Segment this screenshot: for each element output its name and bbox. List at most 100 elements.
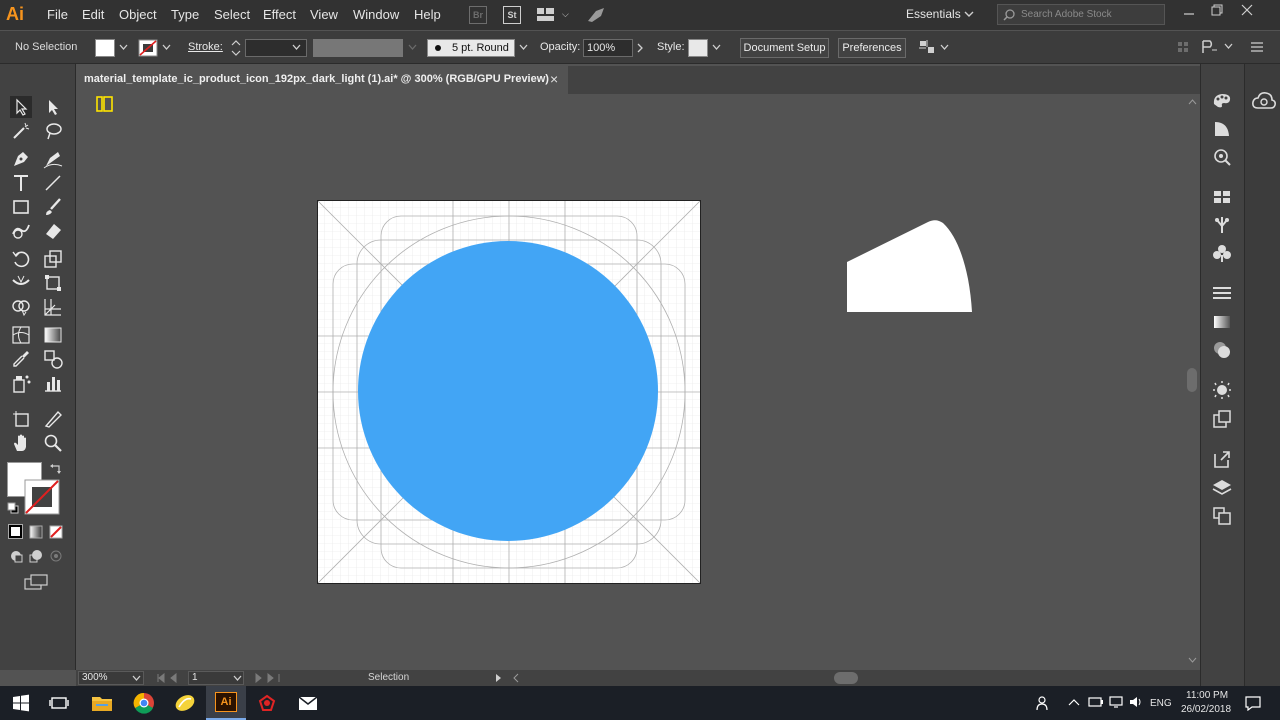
gradient-mode-button[interactable] (29, 525, 43, 539)
line-segment-tool-icon[interactable] (42, 172, 64, 194)
chevron-down-icon[interactable] (119, 44, 128, 51)
rectangle-tool-icon[interactable] (10, 196, 32, 218)
color-guide-panel-icon[interactable] (1211, 119, 1233, 139)
adobe-stock-search[interactable]: Search Adobe Stock (997, 4, 1165, 25)
type-tool-icon[interactable] (10, 172, 32, 194)
transparency-panel-icon[interactable] (1211, 340, 1233, 360)
network-icon[interactable] (1108, 695, 1124, 709)
menu-type[interactable]: Type (171, 7, 199, 22)
scroll-left-icon[interactable] (512, 673, 520, 683)
layers-panel-icon[interactable] (1211, 478, 1233, 498)
selection-tool-icon[interactable] (10, 96, 32, 118)
file-explorer-icon[interactable] (90, 691, 114, 715)
paintbrush-tool-icon[interactable] (42, 196, 64, 218)
graphic-style-swatch[interactable] (688, 39, 708, 57)
stroke-label[interactable]: Stroke: (188, 41, 223, 53)
menu-effect[interactable]: Effect (263, 7, 296, 22)
document-tab[interactable]: material_template_ic_product_icon_192px_… (76, 66, 568, 94)
next-last-artboard-icon[interactable] (254, 673, 282, 683)
fill-swatch[interactable] (95, 39, 115, 57)
color-panel-icon[interactable] (1211, 90, 1233, 110)
symbols-panel-icon[interactable] (1211, 243, 1233, 263)
volume-icon[interactable] (1128, 695, 1144, 709)
mesh-tool-icon[interactable] (10, 324, 32, 346)
windows-start-icon[interactable] (9, 691, 33, 715)
product-icon-circle[interactable] (358, 241, 658, 541)
menu-view[interactable]: View (310, 7, 338, 22)
rotate-tool-icon[interactable] (10, 248, 32, 270)
stroke-color-box[interactable] (24, 479, 60, 515)
width-tool-icon[interactable] (10, 272, 32, 294)
eraser-tool-icon[interactable] (42, 220, 64, 242)
slice-tool-icon[interactable] (42, 408, 64, 430)
chevron-right-icon[interactable] (637, 43, 644, 53)
color-mode-button[interactable] (8, 524, 23, 539)
chevron-down-icon[interactable] (233, 675, 242, 682)
magic-wand-tool-icon[interactable] (10, 120, 32, 142)
chevron-down-icon[interactable] (162, 44, 171, 51)
preferences-button[interactable]: Preferences (838, 38, 906, 58)
brushes-panel-icon[interactable] (1211, 215, 1233, 235)
scroll-down-icon[interactable] (1188, 657, 1197, 664)
variable-width-profile[interactable] (313, 39, 403, 57)
chevron-down-icon[interactable] (292, 44, 301, 51)
menu-window[interactable]: Window (353, 7, 399, 22)
draw-inside-icon[interactable] (49, 549, 63, 563)
none-mode-button[interactable] (49, 525, 63, 539)
pen-tool-icon[interactable] (10, 148, 32, 170)
transform-icon[interactable] (1177, 41, 1189, 53)
clock-date[interactable]: 26/02/2018 (1181, 704, 1231, 715)
artboard-tool-icon[interactable] (10, 408, 32, 430)
stock-button[interactable]: St (503, 6, 521, 24)
menu-help[interactable]: Help (414, 7, 441, 22)
vertical-scrollbar[interactable] (1184, 94, 1200, 670)
direct-selection-tool-icon[interactable] (42, 96, 64, 118)
lasso-tool-icon[interactable] (42, 120, 64, 142)
chevron-down-icon[interactable] (1224, 43, 1233, 50)
swatches-panel-icon[interactable] (1211, 187, 1233, 207)
chrome-icon[interactable] (132, 691, 156, 715)
arrange-documents-icon[interactable] (537, 8, 555, 22)
graphic-styles-panel-icon[interactable] (1211, 409, 1233, 429)
menu-select[interactable]: Select (214, 7, 250, 22)
chevron-down-icon[interactable] (519, 44, 528, 51)
curvature-tool-icon[interactable] (42, 148, 64, 170)
image-trace-panel-icon[interactable] (1211, 147, 1233, 167)
artboard[interactable] (317, 200, 701, 584)
chevron-down-icon[interactable] (408, 44, 417, 51)
swap-fill-stroke-icon[interactable] (49, 462, 63, 476)
stroke-none-swatch[interactable] (138, 39, 158, 57)
chevron-down-icon[interactable]: ⌵ (562, 9, 569, 20)
chevron-down-icon[interactable] (964, 11, 974, 18)
stroke-panel-icon[interactable] (1211, 284, 1233, 304)
bridge-button[interactable]: Br (469, 6, 487, 24)
creative-cloud-libraries-icon[interactable] (1251, 90, 1277, 112)
gpu-performance-icon[interactable] (586, 6, 606, 24)
align-icon[interactable] (918, 39, 936, 55)
menu-edit[interactable]: Edit (82, 7, 104, 22)
restore-icon[interactable] (1210, 3, 1224, 17)
perspective-grid-tool-icon[interactable] (42, 296, 64, 318)
gradient-panel-icon[interactable] (1211, 312, 1233, 332)
mail-icon[interactable] (296, 691, 320, 715)
chevron-down-icon[interactable] (712, 44, 721, 51)
shaper-tool-icon[interactable] (10, 220, 32, 242)
game-client-icon[interactable] (255, 691, 279, 715)
scale-tool-icon[interactable] (42, 248, 64, 270)
canvas-area[interactable] (76, 94, 1184, 670)
illustrator-taskbar-button[interactable]: Ai (206, 686, 246, 720)
clock-time[interactable]: 11:00 PM (1186, 690, 1228, 701)
default-fill-stroke-icon[interactable] (7, 502, 19, 514)
asset-export-panel-icon[interactable] (1211, 450, 1233, 470)
draw-normal-icon[interactable] (9, 549, 23, 563)
horizontal-scroll-thumb[interactable] (834, 672, 858, 684)
menu-object[interactable]: Object (119, 7, 157, 22)
workspace-switcher[interactable]: Essentials (906, 7, 961, 21)
battery-icon[interactable] (1088, 695, 1104, 709)
shape-builder-tool-icon[interactable] (10, 296, 32, 318)
eyedropper-tool-icon[interactable] (10, 348, 32, 370)
artboards-panel-icon[interactable] (1211, 506, 1233, 526)
first-previous-artboard-icon[interactable] (156, 673, 184, 683)
task-view-icon[interactable] (47, 691, 71, 715)
action-center-icon[interactable] (1244, 695, 1262, 711)
